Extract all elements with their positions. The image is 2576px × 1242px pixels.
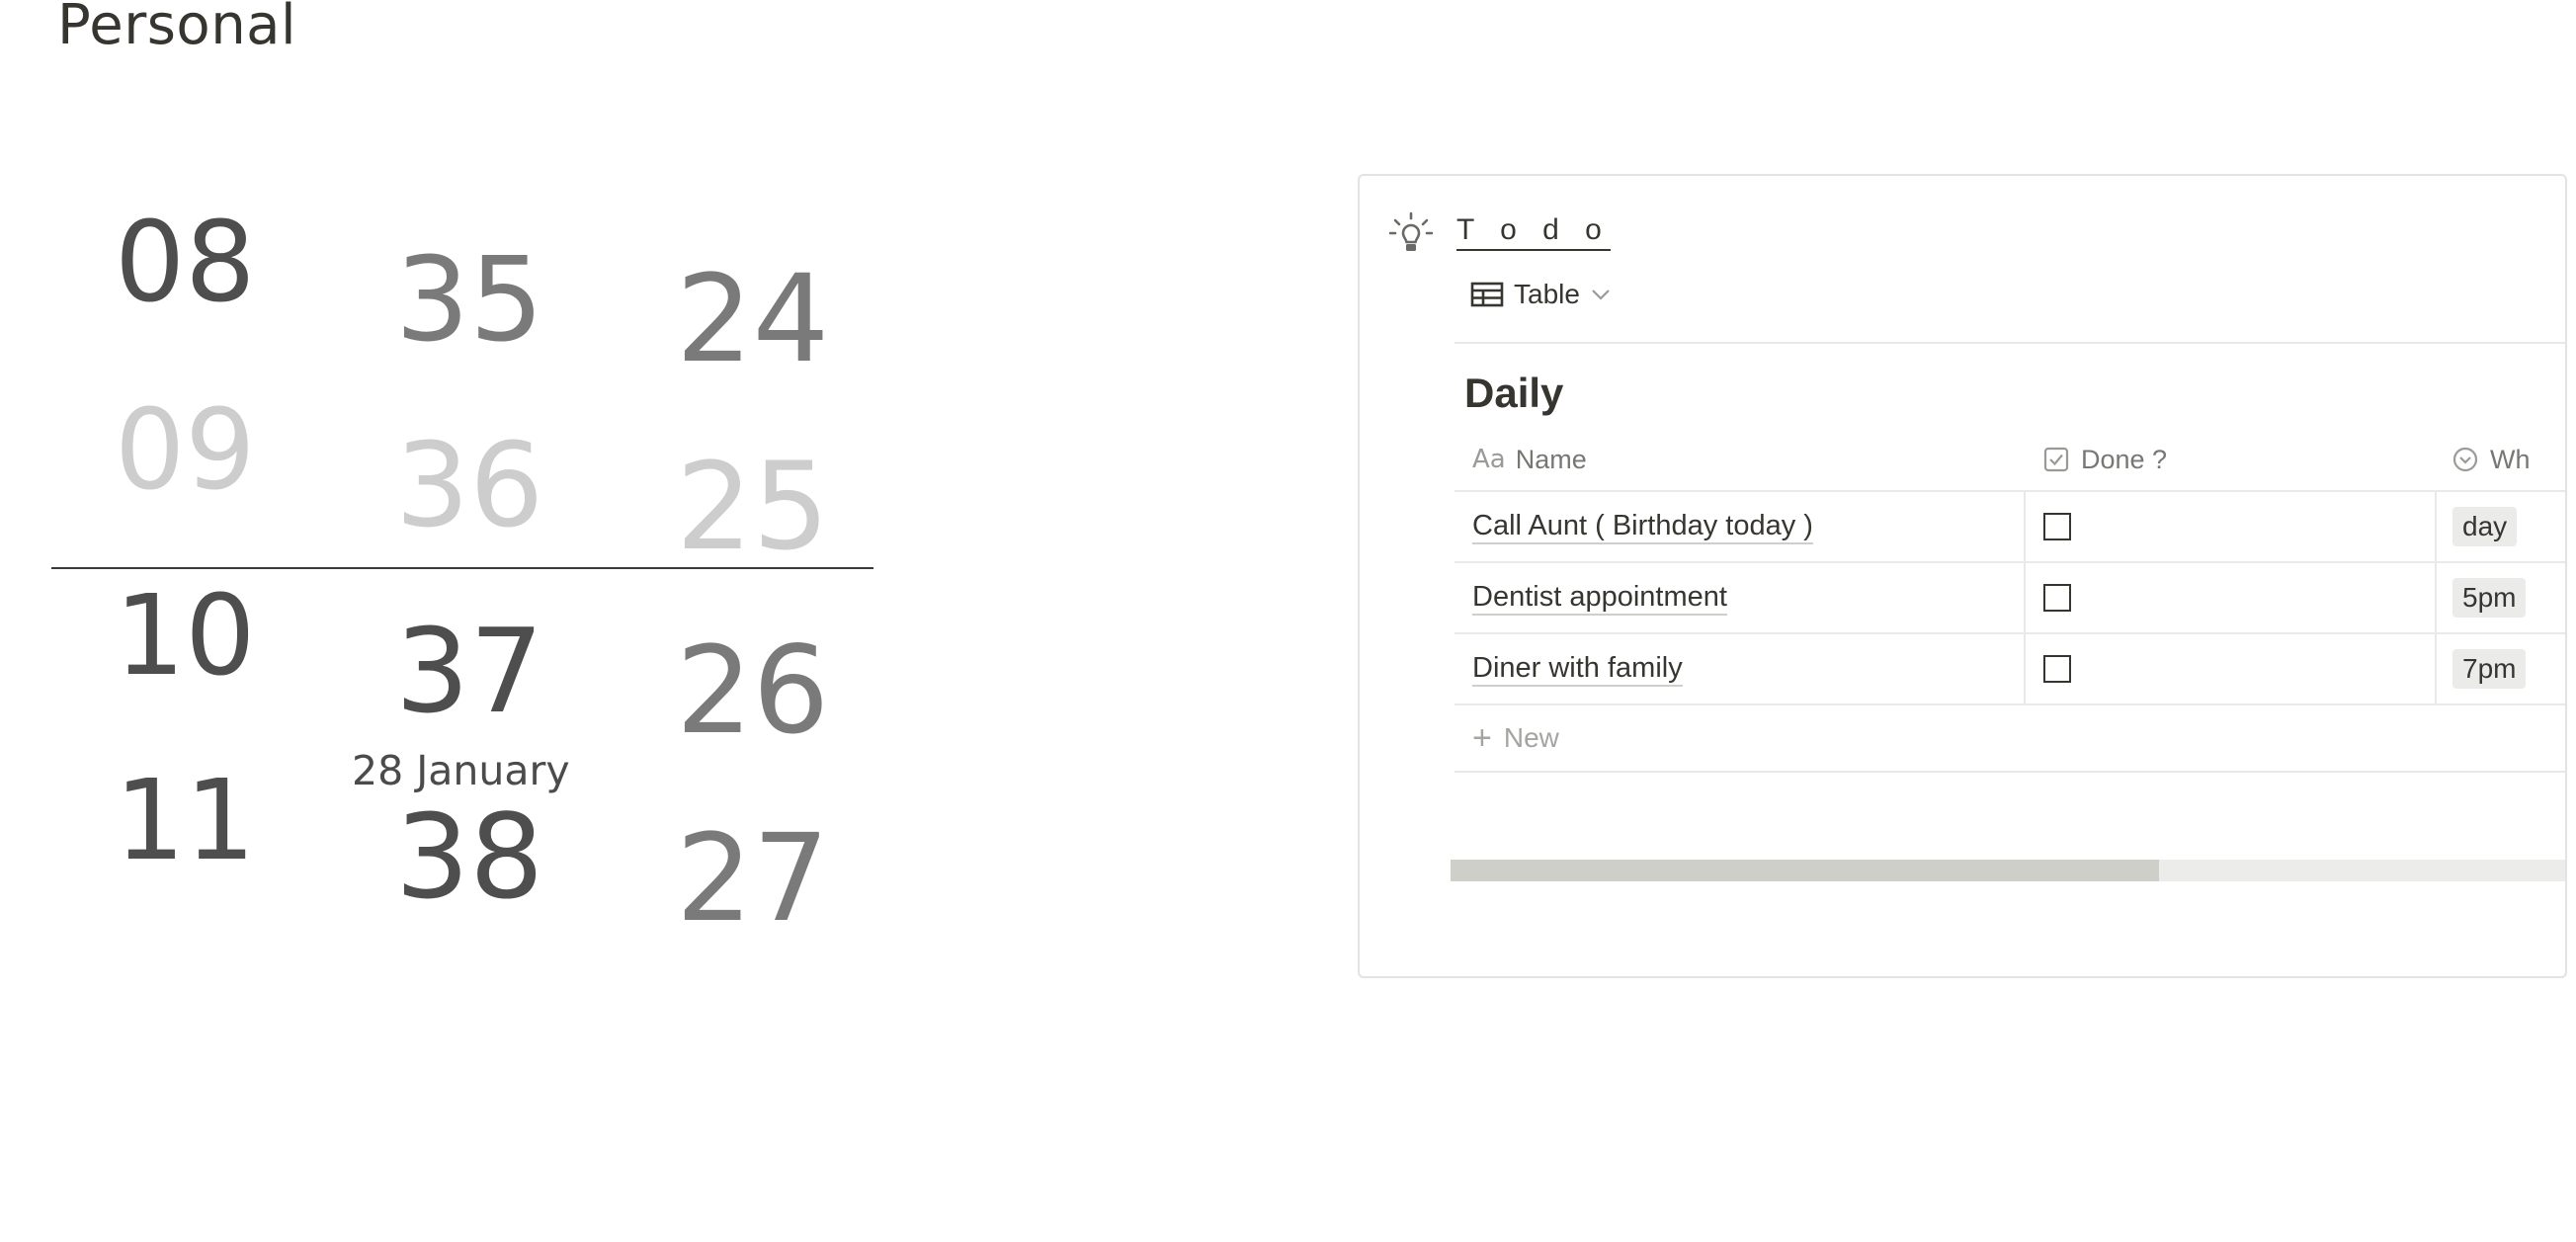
done-checkbox[interactable] xyxy=(2043,584,2071,612)
column-header-when[interactable]: Wh xyxy=(2435,429,2565,490)
clock-second-prev: 24 xyxy=(676,249,830,389)
clock-minute-faded: 36 xyxy=(395,417,544,553)
add-new-row-button[interactable]: + New xyxy=(1454,705,2565,773)
clock-second-faded: 25 xyxy=(676,437,830,577)
when-tag: day xyxy=(2452,507,2518,546)
table-section-title: Daily xyxy=(1464,370,1564,416)
view-switcher[interactable]: Table xyxy=(1470,279,1612,310)
task-when-cell[interactable]: 7pm xyxy=(2435,634,2565,704)
done-checkbox[interactable] xyxy=(2043,513,2071,540)
clock-second-current: 26 xyxy=(676,621,830,761)
task-done-cell[interactable] xyxy=(2024,492,2435,561)
column-header-done[interactable]: Done ? xyxy=(2024,429,2435,490)
when-tag: 5pm xyxy=(2452,578,2527,618)
clock-hour-prev: 08 xyxy=(115,199,256,327)
clock-minute-next: 38 xyxy=(395,788,544,925)
task-name-cell[interactable]: Call Aunt ( Birthday today ) xyxy=(1454,492,2024,561)
flip-clock-widget: 08 09 10 11 35 36 37 38 24 25 26 27 28 J… xyxy=(0,0,889,978)
view-divider xyxy=(1454,342,2565,344)
clock-second-next: 27 xyxy=(676,808,830,949)
table-row[interactable]: Dentist appointment 5pm xyxy=(1454,563,2565,634)
clock-date: 28 January xyxy=(352,747,570,794)
text-aa-icon: Aa xyxy=(1472,445,1506,474)
task-name[interactable]: Call Aunt ( Birthday today ) xyxy=(1472,509,1813,544)
table-row[interactable]: Call Aunt ( Birthday today ) day xyxy=(1454,492,2565,563)
task-name[interactable]: Dentist appointment xyxy=(1472,580,1727,616)
view-label: Table xyxy=(1514,279,1580,309)
task-when-cell[interactable]: day xyxy=(2435,492,2565,561)
task-done-cell[interactable] xyxy=(2024,563,2435,632)
horizontal-scrollbar[interactable] xyxy=(1451,860,2565,881)
task-done-cell[interactable] xyxy=(2024,634,2435,704)
table-row[interactable]: Diner with family 7pm xyxy=(1454,634,2565,705)
clock-hour-current: 10 xyxy=(115,572,256,701)
table-icon xyxy=(1470,282,1504,307)
select-circle-icon xyxy=(2452,447,2478,472)
clock-minute-prev: 35 xyxy=(395,231,544,368)
todo-database-title[interactable]: T o d o xyxy=(1456,213,1611,251)
table-header-row: Aa Name Done ? Wh xyxy=(1454,429,2565,492)
checkbox-icon xyxy=(2043,447,2069,472)
task-when-cell[interactable]: 5pm xyxy=(2435,563,2565,632)
clock-divider xyxy=(51,567,873,569)
new-row-label: New xyxy=(1503,722,1559,753)
clock-hour-next: 11 xyxy=(115,757,256,885)
column-header-name[interactable]: Aa Name xyxy=(1454,429,2024,490)
clock-clip-edge xyxy=(0,958,889,978)
task-name-cell[interactable]: Dentist appointment xyxy=(1454,563,2024,632)
task-name-cell[interactable]: Diner with family xyxy=(1454,634,2024,704)
task-name[interactable]: Diner with family xyxy=(1472,651,1683,687)
clock-hour-faded: 09 xyxy=(115,386,256,515)
scrollbar-thumb[interactable] xyxy=(1451,860,2159,881)
clock-minute-current: 37 xyxy=(395,603,544,739)
when-tag: 7pm xyxy=(2452,649,2527,689)
lightbulb-icon xyxy=(1389,211,1433,251)
todo-embed-card: T o d o Table Daily Aa Name Done ? Wh Ca… xyxy=(1358,174,2567,978)
done-checkbox[interactable] xyxy=(2043,655,2071,683)
plus-icon: + xyxy=(1472,719,1492,757)
todo-table: Aa Name Done ? Wh Call Aunt (Birthday t… xyxy=(1454,429,2565,773)
chevron-down-icon xyxy=(1592,290,1610,300)
